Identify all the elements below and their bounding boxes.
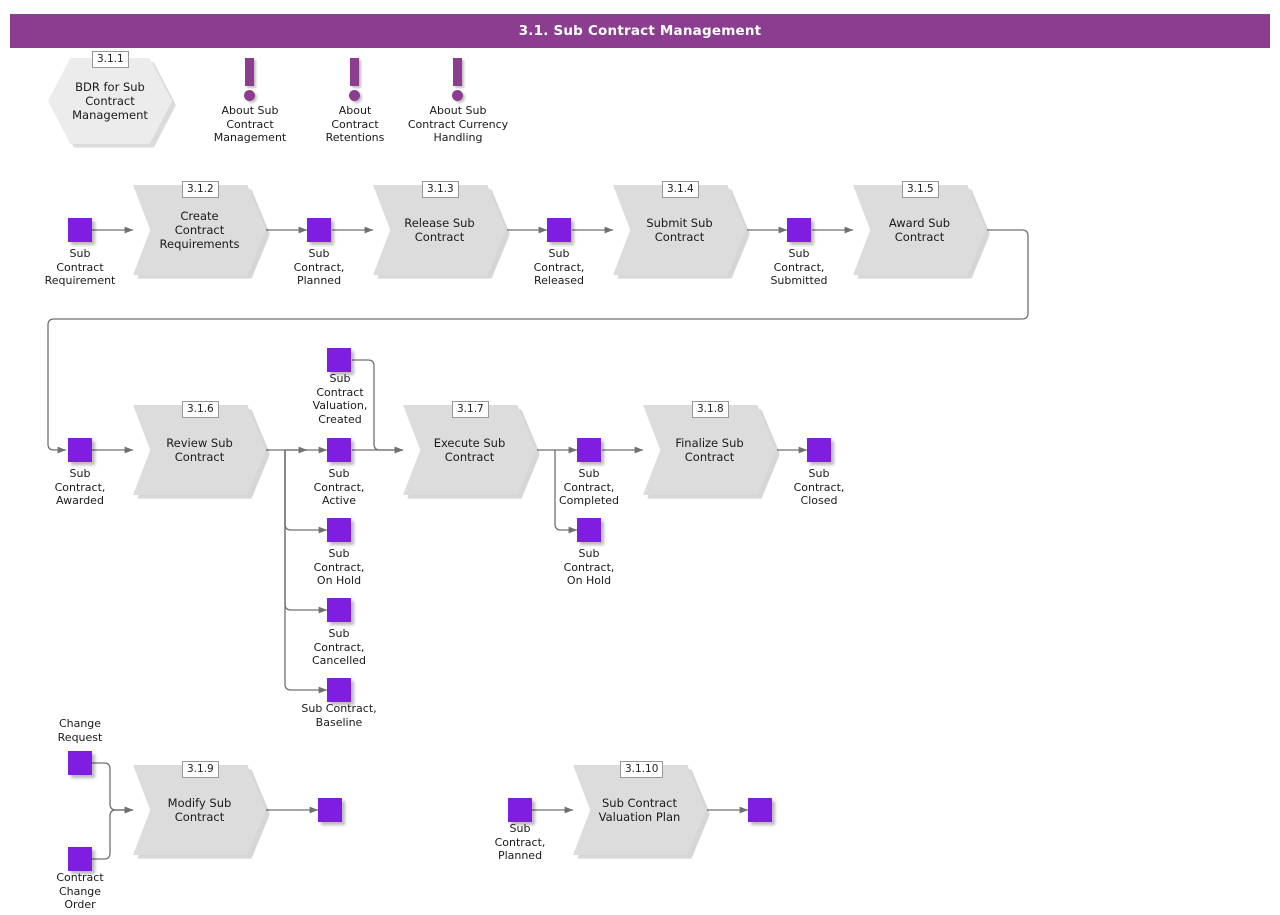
process-body: Create Contract Requirements [133,185,266,275]
state-label-submitted: Sub Contract, Submitted [770,247,828,287]
badge-3-1-10: 3.1.10 [620,761,664,778]
process-3-1-5[interactable]: Award Sub Contract [853,185,990,279]
process-label: Finalize Sub Contract [675,436,744,464]
state-label-planned: Sub Contract, Planned [293,247,345,287]
exclamation-bar-icon [245,58,254,86]
diagram-canvas: 3.1. Sub Contract Management BDR for Sub… [0,0,1280,915]
state-label-requirement: Sub Contract Requirement [44,247,116,287]
hexagon-body: BDR for Sub Contract Management [48,58,172,144]
state-label-awarded: Sub Contract, Awarded [54,467,106,507]
process-body: Finalize Sub Contract [643,405,776,495]
process-3-1-2[interactable]: Create Contract Requirements [133,185,270,279]
state-sub-contract-requirement[interactable] [68,218,92,242]
process-3-1-6[interactable]: Review Sub Contract [133,405,270,499]
state-label-on-hold-execute: Sub Contract, On Hold [563,547,615,587]
state-valuation-plan-output[interactable] [748,798,772,822]
state-sub-contract-on-hold-review[interactable] [327,518,351,542]
process-3-1-9[interactable]: Modify Sub Contract [133,765,270,859]
state-label-baseline: Sub Contract, Baseline [301,702,377,729]
hexagon-bdr[interactable]: BDR for Sub Contract Management [48,58,176,148]
info-marker-1[interactable] [237,58,263,104]
process-body: Submit Sub Contract [613,185,746,275]
info-marker-2[interactable] [342,58,368,104]
state-label-on-hold-review: Sub Contract, On Hold [313,547,365,587]
process-label: Modify Sub Contract [167,796,232,824]
process-label: Review Sub Contract [166,436,233,464]
state-sub-contract-cancelled[interactable] [327,598,351,622]
exclamation-dot-icon [244,90,255,101]
info-marker-1-label: About Sub Contract Management [213,104,287,144]
state-label-change-request: Change Request [57,717,103,744]
badge-3-1-5: 3.1.5 [902,181,939,198]
state-sub-contract-planned[interactable] [307,218,331,242]
title-bar: 3.1. Sub Contract Management [10,14,1270,48]
state-sub-contract-awarded[interactable] [68,438,92,462]
state-sub-contract-active[interactable] [327,438,351,462]
badge-3-1-4: 3.1.4 [662,181,699,198]
state-label-cancelled: Sub Contract, Cancelled [311,627,367,667]
state-label-valuation-created: Sub Contract Valuation, Created [312,372,368,426]
badge-3-1-7: 3.1.7 [452,401,489,418]
state-sub-contract-completed[interactable] [577,438,601,462]
state-label-completed: Sub Contract, Completed [559,467,619,507]
process-body: Modify Sub Contract [133,765,266,855]
state-sub-contract-closed[interactable] [807,438,831,462]
process-3-1-3[interactable]: Release Sub Contract [373,185,510,279]
state-contract-change-order[interactable] [68,847,92,871]
state-change-request[interactable] [68,751,92,775]
info-marker-3-label: About Sub Contract Currency Handling [407,104,509,144]
process-body: Award Sub Contract [853,185,986,275]
page-title: 3.1. Sub Contract Management [518,23,762,39]
exclamation-bar-icon [453,58,462,86]
badge-3-1-9: 3.1.9 [182,761,219,778]
state-modify-output[interactable] [318,798,342,822]
process-3-1-4[interactable]: Submit Sub Contract [613,185,750,279]
process-body: Execute Sub Contract [403,405,536,495]
process-label: Submit Sub Contract [646,216,713,244]
state-sub-contract-on-hold-execute[interactable] [577,518,601,542]
hexagon-label: BDR for Sub Contract Management [72,80,148,122]
state-valuation-created[interactable] [327,348,351,372]
process-3-1-7[interactable]: Execute Sub Contract [403,405,540,499]
process-label: Create Contract Requirements [159,209,240,251]
process-label: Sub Contract Valuation Plan [598,796,681,824]
badge-3-1-2: 3.1.2 [182,181,219,198]
exclamation-bar-icon [350,58,359,86]
state-sub-contract-baseline[interactable] [327,678,351,702]
process-label: Execute Sub Contract [433,436,506,464]
process-label: Release Sub Contract [404,216,475,244]
badge-3-1-3: 3.1.3 [422,181,459,198]
state-label-closed: Sub Contract, Closed [793,467,845,507]
info-marker-3[interactable] [445,58,471,104]
state-label-contract-change-order: Contract Change Order [56,871,104,911]
state-sub-contract-released[interactable] [547,218,571,242]
badge-3-1-1: 3.1.1 [92,51,129,68]
exclamation-dot-icon [452,90,463,101]
process-label: Award Sub Contract [888,216,951,244]
process-body: Sub Contract Valuation Plan [573,765,706,855]
state-sub-contract-planned-valuation[interactable] [508,798,532,822]
process-body: Review Sub Contract [133,405,266,495]
process-body: Release Sub Contract [373,185,506,275]
process-3-1-10[interactable]: Sub Contract Valuation Plan [573,765,710,859]
state-sub-contract-submitted[interactable] [787,218,811,242]
process-3-1-8[interactable]: Finalize Sub Contract [643,405,780,499]
state-label-valuation-planned: Sub Contract, Planned [494,822,546,862]
badge-3-1-8: 3.1.8 [692,401,729,418]
exclamation-dot-icon [349,90,360,101]
badge-3-1-6: 3.1.6 [182,401,219,418]
state-label-active: Sub Contract, Active [313,467,365,507]
state-label-released: Sub Contract, Released [533,247,585,287]
